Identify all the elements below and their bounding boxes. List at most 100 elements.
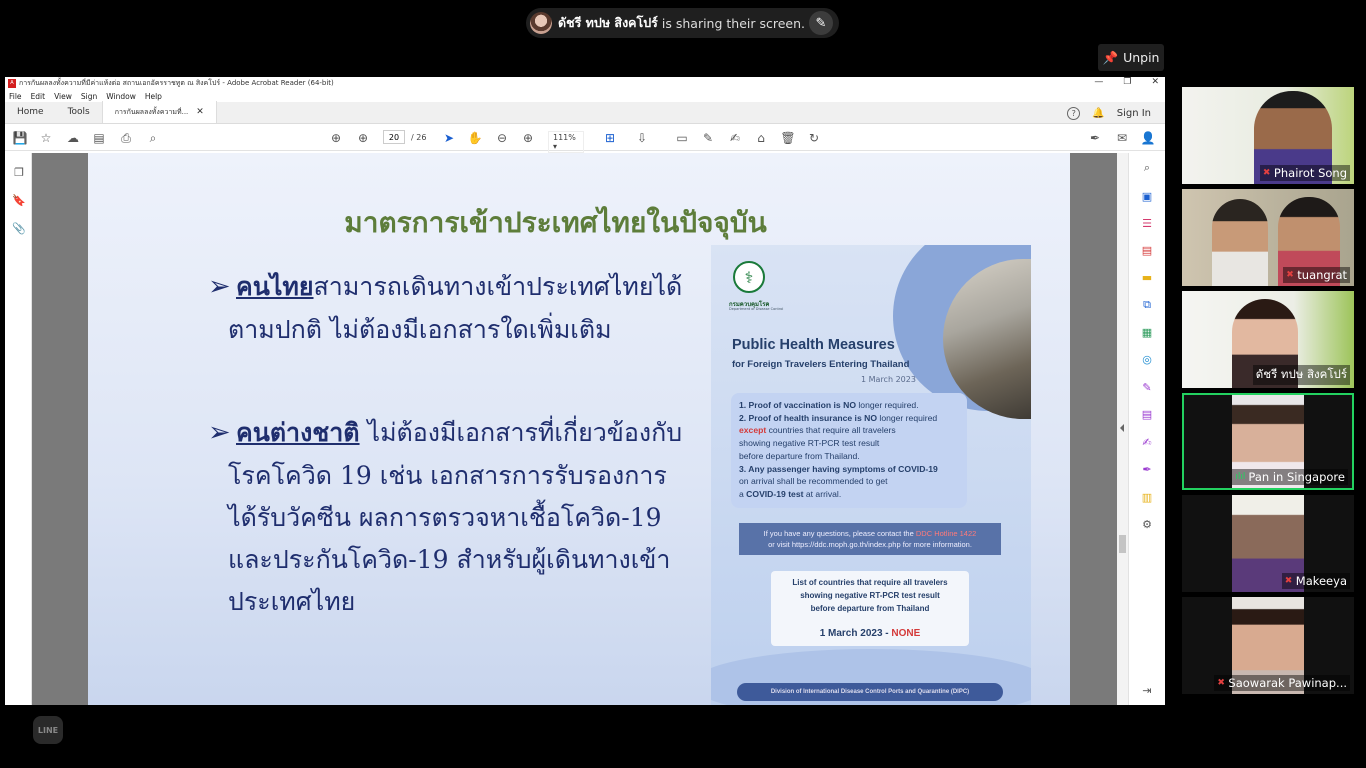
m1c: longer required. [856, 400, 919, 410]
close-tab-icon[interactable]: ✕ [196, 107, 204, 117]
participant-tile[interactable]: ✖ Makeeya [1182, 495, 1354, 592]
fit-page-icon[interactable]: ⊞ [601, 129, 619, 147]
muted-mic-icon: ✖ [1217, 678, 1225, 688]
user-share-icon[interactable]: 👤 [1139, 129, 1157, 147]
fill-sign-icon[interactable]: ✒ [1086, 129, 1104, 147]
bullet-foreign-keyword: คนต่างชาติ [236, 418, 360, 447]
request-signature-icon[interactable]: ✍ [1140, 435, 1154, 449]
organize-pages-icon[interactable]: ☰ [1140, 216, 1154, 230]
protect-icon[interactable]: ▤ [1140, 407, 1154, 421]
list-line2: showing negative RT-PCR test result [800, 591, 940, 600]
bullet-thai-citizens: ➢ คนไทยสามารถเดินทางเข้าประเทศไทยได้ [208, 265, 682, 308]
attachments-icon[interactable]: 📎 [12, 221, 26, 235]
prev-page-icon[interactable]: ⊕ [327, 129, 345, 147]
delete-icon[interactable]: 🗑 [779, 129, 797, 147]
menu-view[interactable]: View [54, 92, 72, 101]
zoom-value: 111% [553, 133, 576, 142]
page-navigator: / 26 [383, 130, 426, 144]
m1a: 1. Proof of vaccination is [739, 400, 844, 410]
unpin-button[interactable]: 📌 Unpin [1098, 44, 1164, 71]
tab-tools[interactable]: Tools [56, 101, 102, 123]
participant-tile[interactable]: ✖ tuangrat [1182, 189, 1354, 286]
edit-pdf-icon[interactable]: ✎ [1140, 380, 1154, 394]
help-icon[interactable]: ? [1067, 106, 1081, 120]
stamp-icon[interactable]: ⌂ [752, 129, 770, 147]
comment-icon[interactable]: ▭ [673, 129, 691, 147]
notification-bell-icon[interactable]: 🔔 [1092, 108, 1104, 119]
menu-sign[interactable]: Sign [81, 92, 97, 101]
scan-ocr-icon[interactable]: ◎ [1140, 352, 1154, 366]
right-tools-rail: ⌕ ▣ ☰ ▤ ▬ ⧉ ▦ ◎ ✎ ▤ ✍ ✒ ▥ ⚙ ⇥ [1128, 153, 1165, 705]
collapse-pane-icon[interactable]: ⇥ [1140, 683, 1154, 697]
presenter-name: ดัชรี ทปษ สิงคโปร์ [558, 15, 658, 30]
scroll-mode-icon[interactable]: ⇩ [633, 129, 651, 147]
bullet-foreign-line1: ไม่ต้องมีเอกสารที่เกี่ยวข้องกับ [359, 418, 683, 447]
share-file-icon[interactable]: ▤ [90, 129, 108, 147]
rotate-icon[interactable]: ↻ [805, 129, 823, 147]
list-date-line: 1 March 2023 - NONE [771, 627, 969, 640]
participant-name: tuangrat [1297, 268, 1347, 282]
left-navigation-rail: ❐ 🔖 📎 [5, 153, 39, 705]
poster-countries-box: List of countries that require all trave… [771, 571, 969, 646]
zoom-in-icon[interactable]: ⊕ [519, 129, 537, 147]
tab-home[interactable]: Home [5, 101, 56, 123]
presenter-avatar [530, 12, 552, 34]
page-number-input[interactable] [383, 130, 405, 144]
search-icon[interactable]: ⌕ [1140, 161, 1154, 175]
participant-tile[interactable]: ดัชรี ทปษ สิงคโปร์ [1182, 291, 1354, 388]
create-pdf-icon[interactable]: ▣ [1140, 189, 1154, 203]
minimize-icon[interactable]: — [1094, 77, 1103, 87]
sign-in-button[interactable]: Sign In [1117, 108, 1151, 119]
prepare-form-icon[interactable]: ▥ [1140, 490, 1154, 504]
print-icon[interactable]: ⎙ [117, 129, 135, 147]
participant-tile[interactable]: ✖ Phairot Song [1182, 87, 1354, 184]
zoom-out-icon[interactable]: ⊖ [493, 129, 511, 147]
page-thumbnails-icon[interactable]: ❐ [12, 165, 26, 179]
unpin-label: Unpin [1123, 50, 1160, 65]
bullet-foreigners: ➢ คนต่างชาติ ไม่ต้องมีเอกสารที่เกี่ยวข้อ… [208, 411, 683, 454]
email-icon[interactable]: ✉ [1113, 129, 1131, 147]
collapse-right-pane-icon[interactable] [1120, 424, 1124, 432]
upload-cloud-icon[interactable]: ☁ [64, 129, 82, 147]
bookmarks-icon[interactable]: 🔖 [12, 193, 26, 207]
more-tools-icon[interactable]: ⚙ [1140, 517, 1154, 531]
comment-tool-icon[interactable]: ▬ [1140, 270, 1154, 284]
participant-name-label: ✖ Saowarak Pawinap... [1214, 675, 1350, 691]
muted-mic-icon: ✖ [1262, 168, 1271, 178]
export-pdf-icon[interactable]: ▤ [1140, 243, 1154, 257]
maximize-icon[interactable]: ❐ [1123, 77, 1131, 87]
poster-subtitle: for Foreign Travelers Entering Thailand [732, 359, 910, 370]
bookmark-star-icon[interactable]: ☆ [37, 129, 55, 147]
annotate-pencil-icon[interactable]: ✎ [809, 11, 833, 35]
participant-tile-active-speaker[interactable]: ılıl Pan in Singapore [1182, 393, 1354, 490]
compress-icon[interactable]: ▦ [1140, 325, 1154, 339]
measure-3-line2: on arrival shall be recommended to get [739, 476, 888, 487]
zoom-select[interactable]: 111% ▾ [548, 131, 584, 153]
bullet-arrow-icon: ➢ [208, 417, 231, 448]
speaking-indicator-icon: ılıl [1235, 472, 1246, 482]
menu-edit[interactable]: Edit [31, 92, 46, 101]
draw-icon[interactable]: ✍ [726, 129, 744, 147]
participant-name-label: ✖ Makeeya [1281, 573, 1350, 589]
participant-name: Pan in Singapore [1248, 470, 1345, 484]
health-measures-poster: ⚕ กรมควบคุมโรค Department of Disease Con… [711, 245, 1031, 705]
menu-file[interactable]: File [9, 92, 22, 101]
vertical-scrollbar[interactable] [1117, 153, 1128, 705]
menu-window[interactable]: Window [106, 92, 136, 101]
find-icon[interactable]: ⌕ [144, 129, 162, 147]
close-window-icon[interactable]: ✕ [1151, 77, 1159, 87]
save-icon[interactable]: 💾 [11, 129, 29, 147]
hand-tool-icon[interactable]: ✋ [466, 129, 484, 147]
m3e: at arrival. [803, 488, 842, 499]
participant-tile[interactable]: ✖ Saowarak Pawinap... [1182, 597, 1354, 694]
scroll-thumb[interactable] [1119, 535, 1126, 553]
bullet-foreign-line5: ประเทศไทย [228, 587, 356, 616]
menu-help[interactable]: Help [145, 92, 162, 101]
combine-files-icon[interactable]: ⧉ [1140, 298, 1154, 312]
select-cursor-icon[interactable]: ➤ [440, 129, 458, 147]
highlight-pen-icon[interactable]: ✎ [699, 129, 717, 147]
next-page-icon[interactable]: ⊕ [354, 129, 372, 147]
tab-document[interactable]: การกันผลลงทั้งความที่... ✕ [101, 101, 217, 123]
list-none: NONE [891, 628, 921, 639]
fill-and-sign-icon[interactable]: ✒ [1140, 462, 1154, 476]
